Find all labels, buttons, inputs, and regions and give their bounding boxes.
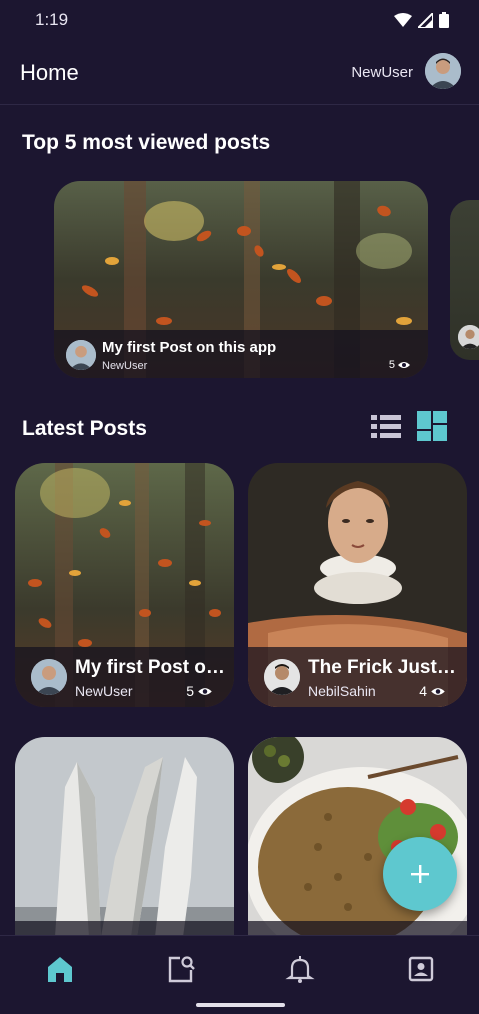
list-view-icon[interactable] [370, 411, 404, 445]
create-post-button[interactable] [383, 837, 457, 911]
featured-post-card[interactable]: My first Post on this app NewUser 5 [54, 181, 428, 378]
nav-profile[interactable] [406, 954, 436, 984]
author-avatar [66, 340, 96, 370]
post-card[interactable]: My first Post on this app NewUser 5 [15, 463, 234, 707]
eye-icon [198, 687, 212, 695]
latest-posts-title: Latest Posts [22, 417, 147, 440]
search-posts-icon [168, 956, 195, 983]
featured-post-views: 5 [389, 359, 410, 371]
sculpture-image [15, 737, 234, 937]
eye-icon [398, 362, 410, 368]
user-avatar[interactable] [425, 53, 461, 89]
top-posts-title: Top 5 most viewed posts [22, 131, 271, 154]
featured-post-author: NewUser [102, 360, 148, 372]
post-author: NebilSahin [308, 683, 376, 699]
nav-home[interactable] [45, 954, 75, 984]
nav-notifications[interactable] [285, 954, 315, 984]
plus-icon [411, 865, 429, 883]
post-views: 5 [186, 683, 212, 699]
grid-view-icon[interactable] [416, 410, 450, 444]
post-card[interactable] [15, 737, 234, 937]
views-count: 5 [186, 683, 194, 699]
wifi-icon [394, 13, 412, 27]
status-bar: 1:19 [0, 0, 479, 40]
featured-post-title: My first Post on this app [102, 339, 277, 356]
app-bar: Home NewUser [0, 40, 479, 105]
status-time: 1:19 [35, 10, 69, 29]
home-icon [48, 957, 72, 982]
next-featured-card[interactable] [450, 200, 479, 360]
post-info: My first Post on this app NewUser 5 [15, 647, 234, 707]
post-views: 4 [419, 683, 445, 699]
profile-icon [408, 956, 434, 982]
post-card[interactable]: The Frick Justice NebilSahin 4 [248, 463, 467, 707]
views-count: 4 [419, 683, 427, 699]
author-avatar [31, 659, 67, 695]
views-count: 5 [388, 359, 395, 371]
post-info: The Frick Justice NebilSahin 4 [248, 647, 467, 707]
notifications-icon [285, 956, 315, 983]
eye-icon [431, 687, 445, 695]
battery-icon [439, 12, 449, 28]
page-title: Home [20, 60, 79, 85]
author-avatar [264, 659, 300, 695]
nav-search-posts[interactable] [166, 954, 196, 984]
post-title: My first Post on this app [75, 657, 225, 678]
author-avatar [458, 325, 479, 349]
current-username[interactable]: NewUser [351, 64, 413, 81]
post-author: NewUser [75, 683, 133, 699]
home-indicator[interactable] [196, 1003, 285, 1007]
post-title: The Frick Justice [308, 657, 458, 678]
featured-post-info: My first Post on this app NewUser 5 [54, 330, 428, 378]
status-icons [394, 12, 449, 28]
signal-icon [418, 12, 433, 28]
